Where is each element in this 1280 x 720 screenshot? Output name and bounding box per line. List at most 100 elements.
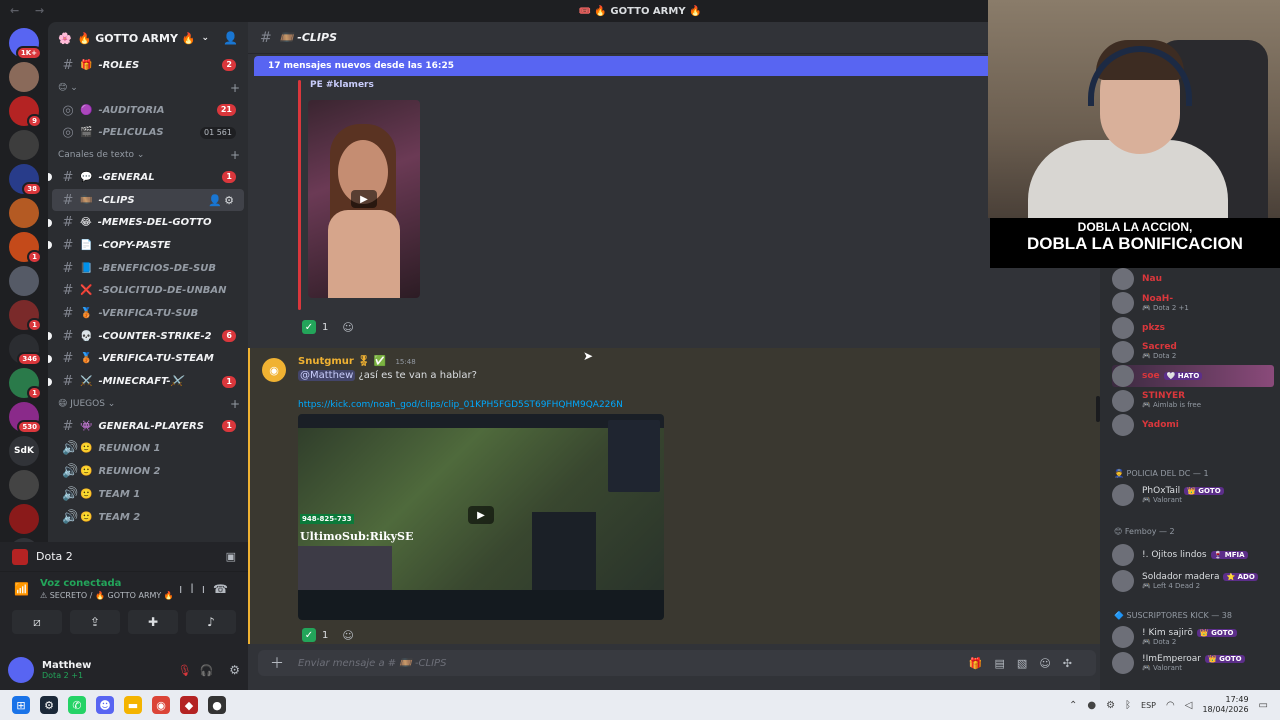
channel-clips[interactable]: # 🎞️ -CLIPS 👤⚙ <box>52 188 244 212</box>
avatar[interactable] <box>1112 365 1134 388</box>
voice-channel-1[interactable]: ◎ 🎬 -PELICULAS 01 561 <box>52 121 244 144</box>
add-channel-icon[interactable]: + <box>230 148 240 162</box>
start-icon[interactable]: ⊞ <box>12 696 30 714</box>
check-reaction-icon[interactable]: ✓ <box>302 320 316 334</box>
play-icon[interactable]: ▶ <box>351 190 377 208</box>
server-icon[interactable]: 1 <box>9 232 42 264</box>
bluetooth-icon[interactable]: ᛒ <box>1125 700 1131 711</box>
avatar[interactable] <box>1112 413 1134 436</box>
channel-beneficios-de-sub[interactable]: # 📘 -BENEFICIOS-DE-SUB <box>52 257 244 280</box>
guild-header[interactable]: 🌸 🔥 GOTTO ARMY 🔥 ⌄ 👤 <box>48 22 248 54</box>
avatar[interactable] <box>1112 316 1134 339</box>
add-channel-icon[interactable]: + <box>230 397 240 411</box>
add-reaction-icon[interactable]: ☺ <box>342 629 353 642</box>
add-channel-icon[interactable]: + <box>230 81 240 95</box>
channel-general[interactable]: # 💬 -GENERAL 1 <box>48 166 244 189</box>
member-row[interactable]: Soldador madera ⭐ ADO 🎮 Left 4 Dead 2 <box>1112 570 1258 592</box>
server-icon[interactable]: SdK <box>9 436 39 466</box>
tray-app-icon[interactable]: ● <box>1087 700 1096 711</box>
voice-category[interactable]: 😊 ⌄ + <box>48 77 248 99</box>
server-icon[interactable]: 530 <box>9 402 42 434</box>
channel-minecraft[interactable]: # ⚔️ -MINECRAFT-⚔️ 1 <box>48 370 244 393</box>
language-indicator[interactable]: ESP <box>1141 701 1156 710</box>
camera-button[interactable]: ⧄ <box>12 610 62 634</box>
channel-reunion-1[interactable]: 🔊 🙂 REUNION 1 <box>52 438 244 461</box>
clip-link[interactable]: https://kick.com/noah_god/clips/clip_01K… <box>298 400 623 410</box>
clip-thumbnail[interactable]: 948-825-733 UltimoSub:RikySE ▶ <box>298 414 664 620</box>
gear-icon[interactable]: ⚙ <box>224 194 236 207</box>
member-row[interactable]: ! Kim sajirō 👑 GOTO 🎮 Dota 2 <box>1112 626 1237 648</box>
apps-icon[interactable]: ✣ <box>1063 657 1084 670</box>
avatar[interactable] <box>1112 340 1134 363</box>
chevron-up-icon[interactable]: ⌃ <box>1069 700 1077 711</box>
emoji-icon[interactable]: ☺ <box>1039 657 1062 670</box>
member-row[interactable]: Nau <box>1112 268 1162 290</box>
avatar[interactable] <box>1112 652 1134 674</box>
voice-channel-0[interactable]: ◎ 🟣 -AUDITORIA 21 <box>52 99 244 122</box>
member-row[interactable]: Yadomi <box>1112 413 1179 436</box>
wifi-icon[interactable]: ◠ <box>1166 700 1175 711</box>
avatar[interactable] <box>1112 484 1134 506</box>
channel-team-2[interactable]: 🔊 🙂 TEAM 2 <box>52 506 244 529</box>
whatsapp-icon[interactable]: ✆ <box>68 696 86 714</box>
history-nav[interactable]: ← → <box>10 4 50 17</box>
activities-button[interactable]: ✚ <box>128 610 178 634</box>
disconnect-icon[interactable]: ☎ <box>213 582 236 596</box>
server-icon[interactable]: 1 <box>9 300 42 332</box>
server-icon[interactable] <box>9 266 39 296</box>
channel-copy-paste[interactable]: # 📄 -COPY-PASTE <box>48 234 244 257</box>
avatar[interactable] <box>1112 268 1134 290</box>
server-icon[interactable] <box>9 504 39 534</box>
gear-icon[interactable]: ⚙ <box>229 663 240 677</box>
embed-author[interactable]: PE #klamers <box>310 80 374 90</box>
channel-roles[interactable]: # 🎁 -ROLES 2 <box>52 54 244 77</box>
notification-icon[interactable]: ▭ <box>1259 700 1268 711</box>
mention[interactable]: @Matthew <box>298 370 356 381</box>
avatar[interactable] <box>1112 544 1134 566</box>
member-row[interactable]: STINYER 🎮 Aimlab is free <box>1112 389 1201 412</box>
noise-icon[interactable]: ılı <box>179 582 213 596</box>
member-row[interactable]: pkzs <box>1112 316 1165 339</box>
new-messages-bar[interactable]: 17 mensajes nuevos desde las 16:25 <box>254 56 994 76</box>
server-icon[interactable]: 38 <box>9 164 42 196</box>
game-activity[interactable]: Dota 2 ▣ <box>0 542 248 572</box>
screen-share-icon[interactable]: ▣ <box>226 550 236 563</box>
channel-reunion-2[interactable]: 🔊 🙂 REUNION 2 <box>52 460 244 483</box>
volume-icon[interactable]: ◁ <box>1185 700 1193 711</box>
member-row[interactable]: !ImEmperoar 👑 GOTO 🎮 Valorant <box>1112 652 1245 674</box>
play-icon[interactable]: ▶ <box>468 506 494 524</box>
channel-verifica-tu-steam[interactable]: # 🥉 -VERIFICA-TU-STEAM <box>48 348 244 371</box>
add-reaction-icon[interactable]: ☺ <box>342 321 353 334</box>
message-author[interactable]: Snutgmur 🎖 ✅ 15:48 <box>298 356 416 367</box>
text-category[interactable]: Canales de texto ⌄ + <box>48 144 248 166</box>
avatar[interactable] <box>1112 292 1134 315</box>
server-icon[interactable]: 9 <box>9 96 42 128</box>
gif-icon[interactable]: ▤ <box>995 657 1017 670</box>
message-input[interactable]: ＋ Enviar mensaje a # 🎞️ -CLIPS 🎁▤▧☺✣ <box>258 650 1096 676</box>
deafen-icon[interactable]: 🎧 <box>200 664 222 677</box>
server-icon[interactable] <box>9 130 39 160</box>
steam-icon[interactable]: ⚙ <box>40 696 58 714</box>
gift-icon[interactable]: 🎁 <box>969 657 995 670</box>
check-reaction-icon[interactable]: ✓ <box>302 628 316 642</box>
channel-general-players[interactable]: # 👾 GENERAL-PLAYERS 1 <box>52 415 244 438</box>
member-row[interactable]: soe 🤍 HATO <box>1112 365 1203 388</box>
member-row[interactable]: PhOxTail 👑 GOTO 🎮 Valorant <box>1112 484 1224 506</box>
video-thumbnail[interactable]: ▶ <box>308 100 420 298</box>
member-row[interactable]: !. Ojitos lindos 🍷 MFIA <box>1112 544 1248 566</box>
author-name[interactable]: Snutgmur <box>298 356 354 367</box>
discord-icon[interactable]: ☻ <box>96 696 114 714</box>
soundboard-button[interactable]: ♪ <box>186 610 236 634</box>
channel-counter-strike-2[interactable]: # 💀 -COUNTER-STRIKE-2 6 <box>48 325 244 348</box>
channel-team-1[interactable]: 🔊 🙂 TEAM 1 <box>52 483 244 506</box>
channel-verifica-tu-sub[interactable]: # 🥉 -VERIFICA-TU-SUB <box>52 302 244 325</box>
server-icon[interactable] <box>9 198 39 228</box>
chrome-icon[interactable]: ◉ <box>152 696 170 714</box>
server-icon[interactable]: 346 <box>9 334 42 366</box>
member-row[interactable]: NoaH- 🎮 Dota 2 +1 <box>1112 292 1189 315</box>
avatar[interactable] <box>8 657 34 683</box>
steam-tray-icon[interactable]: ⚙ <box>1106 700 1115 711</box>
attach-icon[interactable]: ＋ <box>270 653 284 673</box>
dota-icon[interactable]: ◆ <box>180 696 198 714</box>
member-row[interactable]: Sacred 🎮 Dota 2 <box>1112 340 1177 363</box>
